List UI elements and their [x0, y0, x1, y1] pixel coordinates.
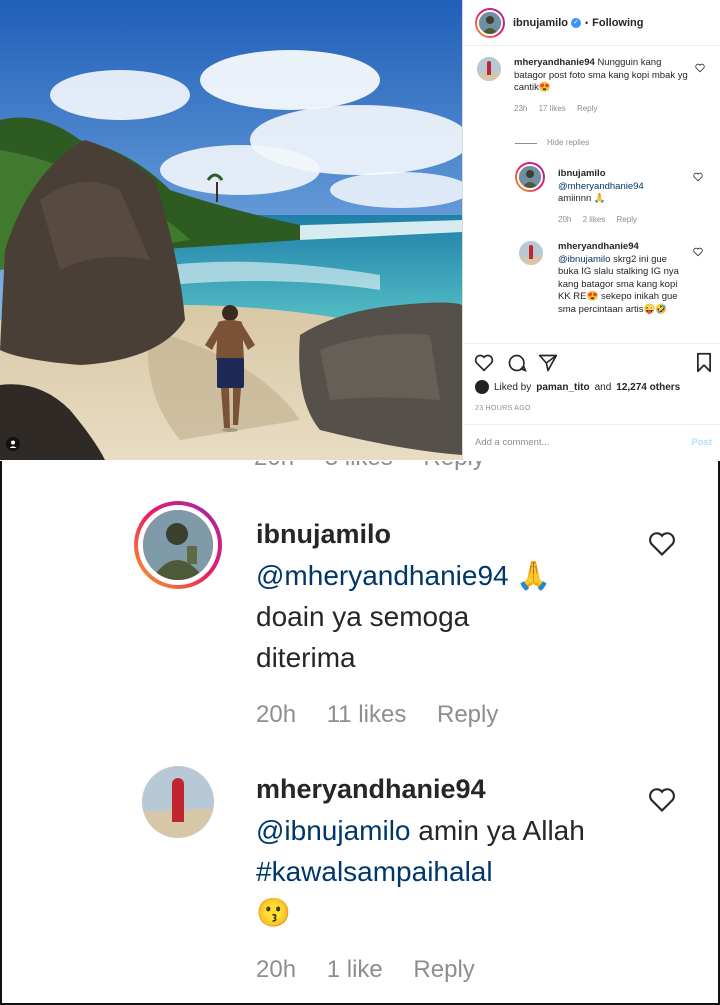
liked-by-others[interactable]: 12,274 others — [616, 382, 680, 393]
post-time-ago[interactable]: 23 HOURS AGO — [475, 405, 531, 412]
post-header: ibnujamilo ✓ • Following — [463, 0, 720, 46]
heart-icon[interactable] — [474, 354, 494, 372]
reply-button[interactable]: Reply — [423, 461, 484, 471]
zoom-comment-1: ibnujamilo @mheryandhanie94 🙏 doain ya s… — [256, 514, 616, 730]
comment-time[interactable]: 20h — [256, 956, 296, 983]
comment-1: mheryandhanie94 Nungguin kang batagor po… — [514, 57, 694, 115]
comment-likes[interactable]: 1 like — [327, 956, 383, 983]
comment-username[interactable]: mheryandhanie94 — [514, 57, 595, 68]
comment-meta: 23h 17 likes Reply — [514, 103, 694, 116]
comment-time[interactable]: 20h — [256, 701, 296, 728]
heart-icon[interactable] — [695, 63, 705, 73]
share-icon[interactable] — [538, 353, 558, 373]
commenter-avatar[interactable] — [142, 766, 214, 838]
comment-meta: 20h 11 likes Reply — [256, 700, 616, 730]
comment-username[interactable]: ibnujamilo — [256, 514, 616, 555]
comment-username[interactable]: mheryandhanie94 — [256, 769, 616, 810]
emoji: 🙏 — [516, 560, 552, 591]
comment-likes[interactable]: 3 likes — [325, 461, 393, 471]
comment-meta: 20h 1 like Reply — [256, 955, 616, 985]
comment-time[interactable]: 20h — [254, 461, 294, 471]
post-actions — [474, 352, 714, 374]
reply-1: ibnujamilo @mheryandhanie94 amiinnn 🙏 20… — [558, 168, 688, 226]
post-photo[interactable] — [0, 0, 462, 460]
comment-mention[interactable]: @mheryandhanie94 — [256, 560, 509, 591]
hide-replies-toggle[interactable]: Hide replies — [515, 137, 589, 150]
reply-time[interactable]: 20h — [558, 215, 571, 224]
comment-likes[interactable]: 11 likes — [327, 701, 407, 728]
comment-text: amin ya Allah — [418, 815, 585, 846]
add-comment-input[interactable]: Add a comment... — [475, 437, 549, 448]
bookmark-icon[interactable] — [695, 352, 713, 373]
likes-summary: Liked by paman_tito and 12,274 others — [475, 380, 680, 394]
zoom-comment-2: mheryandhanie94 @ibnujamilo amin ya Alla… — [256, 769, 616, 985]
post-button[interactable]: Post — [691, 437, 712, 448]
partial-comment-meta: 20h 3 likes Reply — [254, 461, 509, 473]
heart-icon[interactable] — [693, 172, 703, 182]
commenter-avatar[interactable] — [477, 57, 501, 81]
reply-button[interactable]: Reply — [437, 701, 498, 728]
reply-button[interactable]: Reply — [617, 215, 637, 224]
comment-text: doain ya semoga diterima — [256, 601, 470, 673]
emoji: 😍 — [586, 291, 599, 302]
comment-mention[interactable]: @ibnujamilo — [256, 815, 411, 846]
heart-icon[interactable] — [693, 247, 703, 257]
comment-likes[interactable]: 17 likes — [539, 104, 566, 113]
reply-text: amiinnn — [558, 193, 592, 204]
emoji: 😜🤣 — [643, 303, 668, 315]
follow-status-button[interactable]: Following — [592, 17, 643, 29]
liker-avatar[interactable] — [475, 380, 489, 394]
comment-time[interactable]: 23h — [514, 104, 527, 113]
reply-mention[interactable]: @mheryandhanie94 — [558, 181, 688, 194]
emoji: 🙏 — [593, 193, 606, 204]
verified-icon: ✓ — [571, 17, 581, 28]
commenter-avatar[interactable] — [134, 501, 222, 589]
liked-by-prefix: Liked by — [494, 381, 532, 393]
reply-button[interactable]: Reply — [577, 104, 597, 113]
add-comment-bar: Add a comment... Post — [462, 424, 720, 460]
heart-icon[interactable] — [648, 531, 676, 557]
reply-avatar[interactable] — [519, 241, 543, 265]
author-avatar[interactable] — [475, 7, 505, 38]
reply-button[interactable]: Reply — [413, 956, 474, 983]
emoji: 😍 — [538, 82, 551, 93]
author-username[interactable]: ibnujamilo — [513, 17, 568, 29]
liked-by-and: and — [594, 381, 612, 393]
heart-icon[interactable] — [648, 787, 676, 813]
reply-username[interactable]: mheryandhanie94 — [558, 241, 686, 254]
reply-username[interactable]: ibnujamilo — [558, 168, 688, 181]
reply-mention[interactable]: @ibnujamilo — [558, 254, 610, 265]
liked-by-user[interactable]: paman_tito — [536, 382, 589, 393]
emoji: 😗 — [256, 897, 291, 928]
reply-2: mheryandhanie94 @ibnujamilo skrg2 ini gu… — [558, 241, 686, 316]
zoomed-comments-panel: 20h 3 likes Reply ibnujamilo @mheryandha… — [0, 461, 720, 1005]
instagram-post-window: ibnujamilo ✓ • Following mheryandhanie94… — [0, 0, 720, 460]
separator-dot: • — [585, 17, 589, 28]
user-tag-icon[interactable] — [6, 437, 20, 451]
reply-meta: 20h 2 likes Reply — [558, 214, 688, 227]
comment-hashtag[interactable]: #kawalsampaihalal — [256, 856, 493, 887]
reply-avatar[interactable] — [515, 162, 545, 192]
hide-replies-label: Hide replies — [547, 138, 590, 147]
reply-likes[interactable]: 2 likes — [583, 215, 606, 224]
comment-icon[interactable] — [507, 353, 527, 373]
